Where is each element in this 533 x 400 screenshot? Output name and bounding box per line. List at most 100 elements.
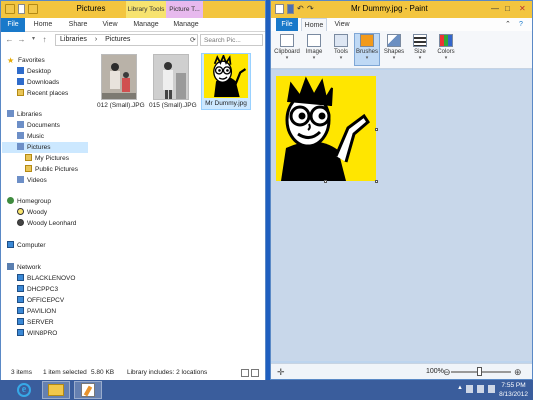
nav-label: Public Pictures: [35, 166, 78, 173]
maximize-icon[interactable]: □: [505, 4, 510, 13]
size-button[interactable]: Size ▾: [407, 34, 433, 61]
internet-explorer-button[interactable]: e: [10, 381, 38, 399]
nav-videos[interactable]: Videos: [17, 175, 47, 186]
tab-paint-home[interactable]: Home: [301, 18, 327, 31]
tab-manage-library[interactable]: Manage: [129, 18, 163, 32]
clipboard-group[interactable]: Clipboard ▾: [274, 34, 300, 61]
nav-my-pictures[interactable]: My Pictures: [25, 153, 69, 164]
volume-icon[interactable]: [488, 385, 495, 393]
show-hidden-icons-icon[interactable]: ▲: [457, 385, 463, 393]
zoom-in-icon[interactable]: ⊕: [514, 364, 522, 380]
homegroup-icon: [7, 197, 14, 204]
paint-canvas[interactable]: [276, 76, 376, 181]
desktop-icon: [17, 67, 24, 74]
tab-file[interactable]: File: [1, 18, 25, 32]
computer-icon: [17, 329, 24, 336]
network-status-icon[interactable]: [477, 385, 484, 393]
refresh-icon[interactable]: ⟳: [190, 36, 196, 44]
nav-documents[interactable]: Documents: [17, 120, 60, 131]
minimize-icon[interactable]: —: [491, 4, 499, 13]
zoom-out-icon[interactable]: ⊖: [443, 364, 451, 380]
nav-blacklenovo[interactable]: BLACKLENOVO: [17, 273, 75, 284]
nav-music[interactable]: Music: [17, 131, 44, 142]
shapes-button[interactable]: Shapes ▾: [381, 34, 407, 61]
breadcrumb-libraries[interactable]: Libraries: [60, 36, 87, 43]
pictures-icon: [17, 143, 24, 150]
nav-downloads[interactable]: Downloads: [17, 77, 59, 88]
nav-homegroup[interactable]: Homegroup: [7, 196, 51, 207]
paint-status-bar: ✛ 100% ⊖ ⊕: [271, 363, 532, 379]
up-icon[interactable]: ↑: [40, 35, 49, 44]
tab-home[interactable]: Home: [29, 18, 57, 32]
details-view-icon[interactable]: [241, 369, 249, 377]
flag-icon[interactable]: [466, 385, 473, 393]
folder-icon[interactable]: [5, 4, 15, 14]
nav-dhcppc3[interactable]: DHCPPC3: [17, 284, 58, 295]
downloads-icon: [17, 78, 24, 85]
breadcrumb-pictures[interactable]: Pictures: [105, 36, 130, 43]
save-icon[interactable]: [287, 4, 294, 14]
resize-handle-bottom[interactable]: [324, 180, 327, 183]
paint-taskbar-button[interactable]: [74, 381, 102, 399]
nav-public-pictures[interactable]: Public Pictures: [25, 164, 78, 175]
properties-icon[interactable]: [18, 4, 25, 14]
nav-woody[interactable]: Woody: [17, 207, 47, 218]
file-item-selected[interactable]: Mr Dummy.jpg: [201, 53, 251, 110]
paint-title: Mr Dummy.jpg - Paint: [351, 4, 428, 13]
search-input[interactable]: Search Pic...: [200, 34, 263, 46]
tools-group[interactable]: Tools ▾: [328, 34, 354, 61]
resize-handle-right[interactable]: [375, 128, 378, 131]
nav-win8pro[interactable]: WIN8PRO: [17, 328, 57, 339]
file-name: 012 (Small).JPG: [97, 102, 145, 109]
ribbon-collapse-icon[interactable]: ⌃: [505, 20, 511, 29]
forward-icon[interactable]: →: [17, 35, 26, 44]
nav-favorites[interactable]: ★ Favorites: [7, 55, 45, 66]
help-icon[interactable]: ?: [519, 20, 523, 29]
colors-button[interactable]: Colors ▾: [433, 34, 459, 61]
clock[interactable]: 7:55 PM 8/13/2012: [499, 381, 528, 399]
brushes-button[interactable]: Brushes ▾: [354, 33, 380, 66]
shapes-icon: [387, 34, 401, 47]
paint-canvas-area[interactable]: [271, 70, 532, 361]
redo-icon[interactable]: ↷: [307, 4, 314, 14]
address-box[interactable]: Libraries › Pictures: [55, 34, 198, 46]
nav-pavilion[interactable]: PAVILION: [17, 306, 56, 317]
tab-view[interactable]: View: [97, 18, 123, 32]
nav-recent-places[interactable]: Recent places: [17, 88, 68, 99]
nav-libraries[interactable]: Libraries: [7, 109, 42, 120]
close-icon[interactable]: ✕: [519, 4, 526, 13]
clock-date: 8/13/2012: [499, 391, 528, 398]
nav-network[interactable]: Network: [7, 262, 41, 273]
nav-computer[interactable]: Computer: [7, 240, 46, 251]
zoom-slider[interactable]: [451, 367, 511, 376]
resize-handle-corner[interactable]: [375, 180, 378, 183]
large-icons-view-icon[interactable]: [251, 369, 259, 377]
image-icon: [307, 34, 321, 47]
back-icon[interactable]: ←: [5, 35, 14, 44]
explorer-window: Library Tools Picture T... Pictures File…: [0, 0, 266, 380]
nav-desktop[interactable]: Desktop: [17, 66, 51, 77]
new-folder-icon[interactable]: [28, 4, 38, 14]
file-explorer-button[interactable]: [42, 381, 70, 399]
image-group[interactable]: Image ▾: [301, 34, 327, 61]
dummy-drawing: [276, 76, 376, 181]
undo-icon[interactable]: ↶: [297, 4, 304, 14]
dummy-thumbnail: [204, 54, 248, 98]
nav-server[interactable]: SERVER: [17, 317, 54, 328]
computer-icon: [17, 296, 24, 303]
tab-share[interactable]: Share: [63, 18, 93, 32]
recent-locations-icon[interactable]: ▾: [29, 35, 38, 44]
nav-label: PAVILION: [27, 308, 57, 315]
tab-paint-view[interactable]: View: [331, 18, 353, 31]
tab-paint-file[interactable]: File: [276, 18, 298, 31]
computer-icon: [17, 285, 24, 292]
zoom-slider-knob[interactable]: [477, 367, 482, 376]
explorer-status-bar: 3 items 1 item selected 5.80 KB Library …: [1, 366, 265, 380]
nav-pictures[interactable]: Pictures: [2, 142, 88, 153]
nav-officepcv[interactable]: OFFICEPCV: [17, 295, 64, 306]
file-item[interactable]: 012 (Small).JPG: [97, 54, 145, 109]
nav-woody-leonhard[interactable]: Woody Leonhard: [17, 218, 76, 229]
file-item[interactable]: 015 (Small).JPG: [149, 54, 197, 109]
paint-app-icon: [275, 4, 284, 14]
tab-manage-picture[interactable]: Manage: [169, 18, 203, 32]
